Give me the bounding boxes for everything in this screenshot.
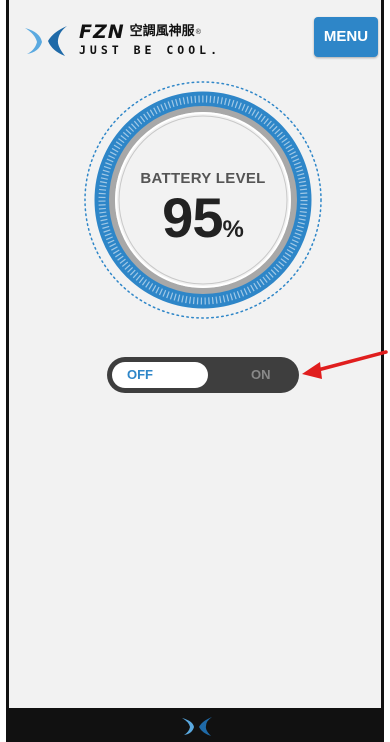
battery-gauge: BATTERY LEVEL 95% xyxy=(81,78,325,322)
power-toggle[interactable]: OFF ON xyxy=(107,357,299,393)
brand-name: FZN xyxy=(79,21,125,43)
fzn-wing-logo-icon xyxy=(25,26,67,56)
toggle-on-label: ON xyxy=(251,367,271,382)
red-arrow-icon xyxy=(302,350,388,379)
battery-label: BATTERY LEVEL xyxy=(140,170,266,187)
fzn-wing-logo-icon xyxy=(182,717,212,736)
footer-bar xyxy=(9,708,381,742)
header: FZN 空調風神服 ® JUST BE COOL. MENU xyxy=(9,0,381,74)
registered-mark: ® xyxy=(195,28,201,36)
brand-wordmark: FZN 空調風神服 ® JUST BE COOL. xyxy=(79,22,221,57)
menu-button[interactable]: MENU xyxy=(314,17,378,57)
battery-percent-number: 95 xyxy=(162,186,223,249)
brand-cn-name: 空調風神服 xyxy=(129,24,195,39)
percent-sign: % xyxy=(222,216,244,243)
brand-tagline: JUST BE COOL. xyxy=(79,43,222,57)
battery-value: 95% xyxy=(81,186,325,250)
toggle-off-label: OFF xyxy=(127,367,153,382)
